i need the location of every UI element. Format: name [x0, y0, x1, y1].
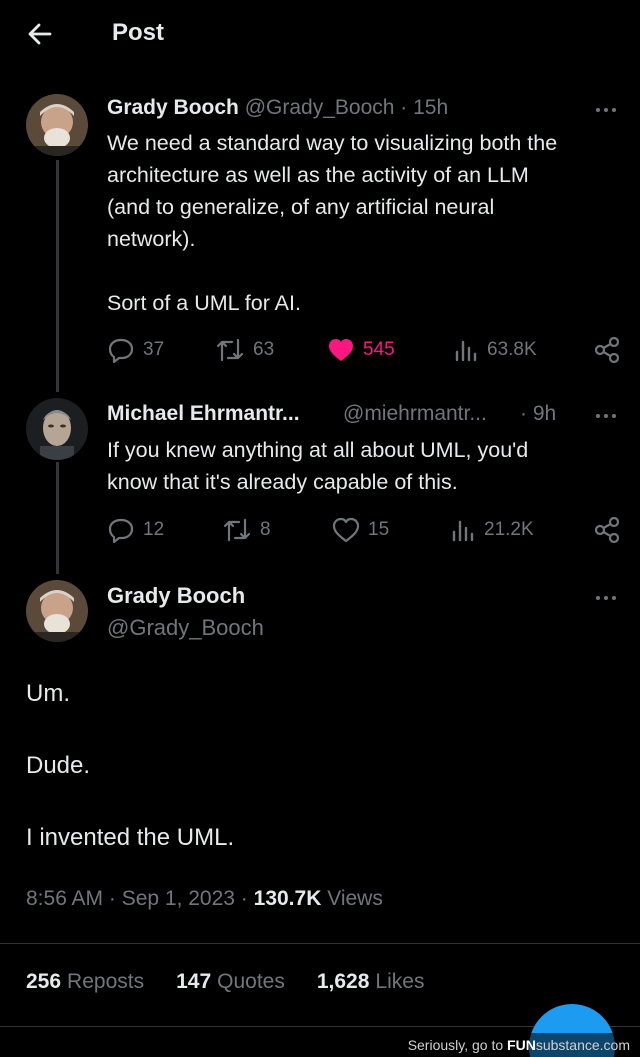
- views-button[interactable]: 21.2K: [450, 516, 534, 544]
- repost-count: 63: [253, 339, 275, 360]
- watermark-brand: FUN: [507, 1037, 536, 1053]
- repost-button[interactable]: 63: [215, 336, 274, 364]
- share-icon: [594, 516, 620, 544]
- quotes-stat[interactable]: 147 Quotes: [176, 970, 285, 994]
- like-button[interactable]: 545: [327, 336, 395, 364]
- quotes-label: Quotes: [217, 970, 285, 993]
- reply-button[interactable]: 37: [107, 336, 164, 364]
- reposts-count: 256: [26, 970, 62, 993]
- views-label: Views: [321, 887, 383, 910]
- more-button[interactable]: [594, 406, 620, 426]
- likes-count: 1,628: [316, 970, 370, 993]
- repost-count: 8: [260, 519, 271, 540]
- avatar[interactable]: [26, 580, 88, 642]
- reply-icon: [108, 338, 134, 364]
- tweet-handle-row: @miehrmantr...: [343, 402, 487, 426]
- more-icon: [596, 596, 600, 600]
- post-timestamp[interactable]: 8:56 AM · Sep 1, 2023 ·: [26, 887, 254, 910]
- watermark-text: Seriously, go to FUNsubstance.com: [408, 1037, 630, 1053]
- like-button[interactable]: 15: [332, 516, 389, 544]
- likes-label: Likes: [375, 970, 425, 993]
- share-button[interactable]: [594, 516, 620, 544]
- reply-icon: [108, 518, 134, 544]
- thread-line: [56, 462, 59, 574]
- share-button[interactable]: [594, 336, 620, 364]
- post-text: Um. Dude. I invented the UML.: [26, 680, 235, 851]
- more-icon: [596, 414, 600, 418]
- author-handle[interactable]: @Grady_Booch: [107, 615, 264, 641]
- like-count: 15: [368, 519, 390, 540]
- share-icon: [594, 336, 620, 364]
- post-stats: 256 Reposts 147 Quotes 1,628 Likes: [26, 970, 424, 994]
- more-icon: [596, 108, 600, 112]
- tweet-time-row: · 9h: [520, 402, 556, 426]
- likes-stat[interactable]: 1,628 Likes: [317, 970, 425, 994]
- watermark-prefix: Seriously, go to: [407, 1037, 508, 1053]
- tweet-header: Grady Booch @Grady_Booch · 15h: [107, 96, 448, 120]
- repost-button[interactable]: 8: [222, 516, 271, 544]
- like-count: 545: [363, 339, 395, 360]
- watermark-bar: Seriously, go to FUNsubstance.com: [0, 1033, 640, 1057]
- views-count: 21.2K: [484, 519, 534, 540]
- author-name[interactable]: Michael Ehrmantr...: [107, 402, 300, 425]
- post-time[interactable]: · 9h: [520, 402, 556, 425]
- reply-count: 37: [143, 339, 165, 360]
- top-bar: Post: [0, 0, 640, 66]
- views-icon: [452, 520, 474, 542]
- author-name[interactable]: Grady Booch: [107, 583, 245, 609]
- like-icon: [332, 517, 360, 543]
- divider: [0, 943, 640, 944]
- avatar[interactable]: [26, 398, 88, 460]
- tweet-text: We need a standard way to visualizing bo…: [107, 131, 558, 315]
- author-handle[interactable]: @Grady_Booch: [245, 96, 395, 119]
- tweet-text: If you knew anything at all about UML, y…: [107, 438, 529, 494]
- author-handle[interactable]: @miehrmantr...: [343, 402, 487, 425]
- views-count: 63.8K: [487, 339, 537, 360]
- repost-icon: [223, 518, 251, 542]
- author-name[interactable]: Grady Booch: [107, 96, 239, 119]
- more-button[interactable]: [594, 588, 620, 608]
- reposts-stat[interactable]: 256 Reposts: [26, 970, 144, 994]
- thread-line: [56, 160, 59, 392]
- views-button[interactable]: 63.8K: [453, 336, 537, 364]
- views-total: 130.7K: [253, 887, 322, 910]
- quotes-count: 147: [176, 970, 212, 993]
- views-icon: [455, 340, 477, 362]
- post-time[interactable]: · 15h: [400, 96, 448, 119]
- like-icon: [329, 339, 353, 361]
- post-meta: 8:56 AM · Sep 1, 2023 · 130.7K Views: [26, 887, 383, 911]
- back-arrow-icon: [28, 23, 52, 45]
- repost-icon: [216, 338, 244, 362]
- more-button[interactable]: [594, 100, 620, 120]
- page-title: Post: [112, 19, 165, 46]
- back-button[interactable]: [24, 18, 56, 50]
- avatar[interactable]: [26, 94, 88, 156]
- reply-button[interactable]: 12: [107, 516, 164, 544]
- reposts-label: Reposts: [67, 970, 145, 993]
- watermark-domain: substance.com: [535, 1037, 630, 1053]
- tweet-header: Michael Ehrmantr...: [107, 402, 300, 426]
- reply-count: 12: [143, 519, 165, 540]
